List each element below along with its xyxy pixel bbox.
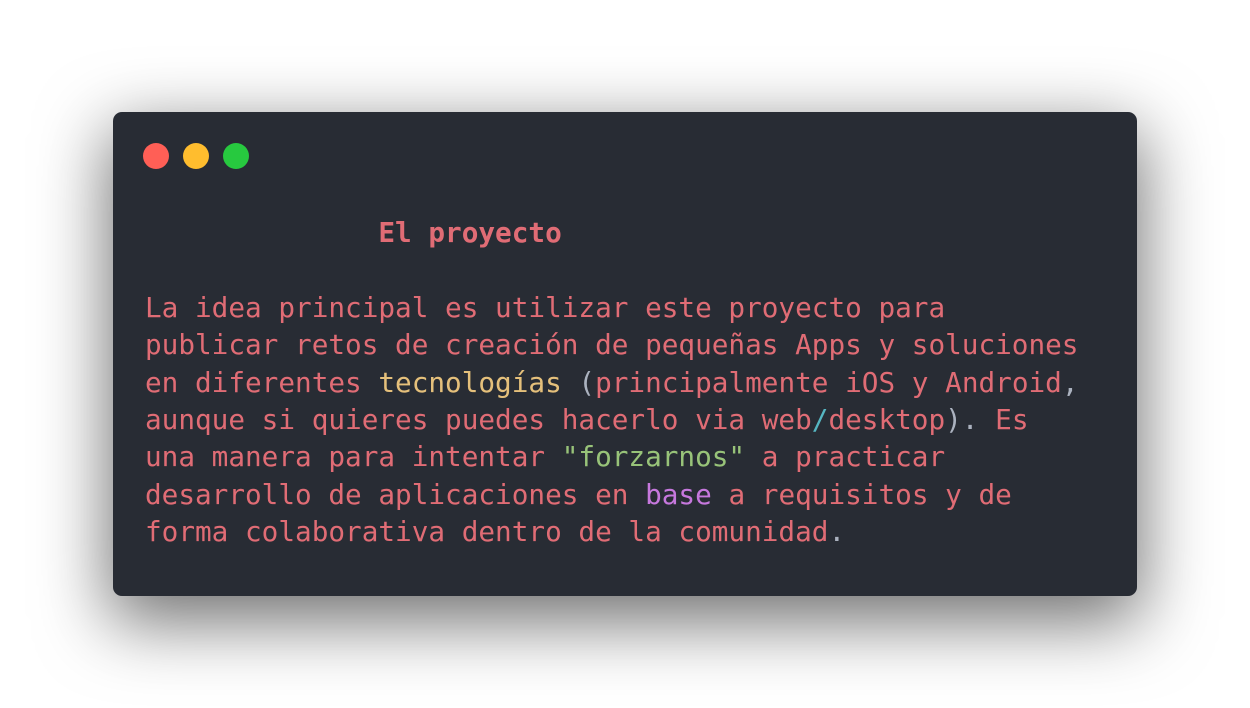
maximize-button[interactable] <box>223 143 249 169</box>
heading: El proyecto <box>378 216 562 249</box>
heading-indent <box>145 216 378 249</box>
line-4-end: Es <box>978 403 1029 437</box>
quoted-string: "forzarnos" <box>561 440 746 474</box>
paragraph-line-6: desarrollo de aplicaciones en base a req… <box>145 478 1012 511</box>
code-window: El proyecto La idea principal es utiliza… <box>113 112 1137 596</box>
comma: , <box>1061 365 1079 399</box>
emphasis-word: tecnologías <box>378 365 562 399</box>
paragraph-line-2: publicar retos de creación de pequeñas A… <box>145 328 1079 362</box>
line-4-desktop: desktop <box>828 403 946 437</box>
paragraph-line-1: La idea principal es utilizar este proye… <box>145 290 946 324</box>
line-3-parenthetical: principalmente iOS y Android <box>595 365 1062 399</box>
line-3-text: en diferentes <box>145 365 379 399</box>
minimize-button[interactable] <box>183 143 209 169</box>
line-7-text: forma colaborativa dentro de la comunida… <box>145 515 829 549</box>
line-5-end: a practicar <box>745 440 946 474</box>
line-6-end: a requisitos y de <box>711 477 1012 511</box>
line-6-text: desarrollo de aplicaciones en <box>145 477 646 511</box>
open-paren: ( <box>561 365 596 399</box>
slash-operator: / <box>811 403 829 437</box>
keyword-word: base <box>645 477 712 511</box>
screenshot-canvas: El proyecto La idea principal es utiliza… <box>0 0 1250 708</box>
close-paren-period: ). <box>945 403 979 437</box>
paragraph-line-7: forma colaborativa dentro de la comunida… <box>145 515 845 548</box>
line-4-text: aunque si quieres puedes hacerlo via web <box>145 403 812 437</box>
final-period: . <box>828 515 846 549</box>
line-5-text: una manera para intentar <box>145 440 562 474</box>
paragraph-line-4: aunque si quieres puedes hacerlo via web… <box>145 403 1029 436</box>
paragraph-line-3: en diferentes tecnologías (principalment… <box>145 366 1079 399</box>
code-block: El proyecto La idea principal es utiliza… <box>145 214 1079 551</box>
window-controls <box>143 143 249 169</box>
paragraph-line-5: una manera para intentar "forzarnos" a p… <box>145 440 945 473</box>
close-button[interactable] <box>143 143 169 169</box>
